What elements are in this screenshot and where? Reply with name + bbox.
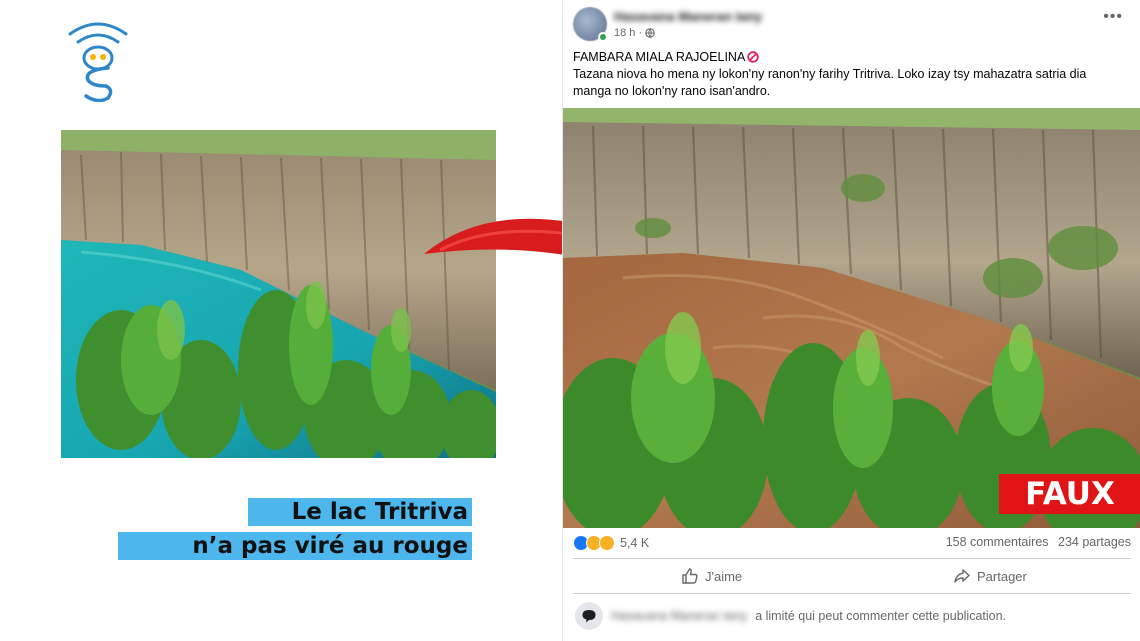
facebook-post: Hasavana Maneran tany 18 h · ••• FAMBARA… [562, 0, 1140, 641]
more-options-button[interactable]: ••• [1103, 8, 1123, 26]
headline-line-2: n’a pas viré au rouge [118, 532, 472, 560]
restriction-text: a limité qui peut commenter cette public… [755, 609, 1007, 623]
signal-owl-s-logo-icon [68, 22, 128, 103]
post-meta: 18 h · [614, 27, 655, 39]
globe-icon [645, 28, 655, 38]
reaction-count[interactable]: 5,4 K [620, 536, 649, 550]
share-button[interactable]: Partager [953, 560, 1027, 592]
headline-line-1: Le lac Tritriva [248, 498, 472, 526]
like-button[interactable]: J'aime [681, 560, 742, 592]
post-text: FAMBARA MIALA RAJOELINA Tazana niova ho … [573, 49, 1113, 100]
faux-stamp: FAUX [999, 474, 1140, 514]
lake-turquoise-photo [61, 130, 496, 458]
reactions[interactable]: 5,4 K [573, 535, 649, 551]
like-label: J'aime [705, 568, 743, 584]
brand-logo [62, 16, 134, 103]
comment-bubble-icon [575, 602, 603, 630]
share-icon [954, 569, 970, 583]
post-stats: 5,4 K 158 commentaires 234 partages [573, 535, 1131, 555]
restricting-author: Hasavana Maneran tany [611, 609, 748, 623]
comments-count[interactable]: 158 commentaires [946, 535, 1049, 549]
lake-brown-photo[interactable]: FAUX [563, 108, 1140, 528]
care-reaction-icon [599, 535, 615, 551]
post-text-title: FAMBARA MIALA RAJOELINA [573, 50, 746, 64]
thumbs-up-icon [682, 568, 698, 584]
prohibited-icon [747, 51, 759, 63]
divider [573, 558, 1131, 559]
divider [573, 593, 1131, 594]
shares-count[interactable]: 234 partages [1058, 535, 1131, 549]
post-time[interactable]: 18 h · [614, 27, 642, 39]
post-text-title-line: FAMBARA MIALA RAJOELINA [573, 49, 1113, 66]
post-actions: J'aime Partager [573, 560, 1131, 592]
share-label: Partager [977, 568, 1027, 584]
post-author[interactable]: Hasavana Maneran tany [614, 9, 762, 24]
online-status-dot [598, 32, 608, 42]
stats-right: 158 commentaires 234 partages [940, 535, 1131, 549]
post-text-body: Tazana niova ho mena ny lokon'ny ranon'n… [573, 67, 1087, 98]
comment-restriction-notice: Hasavana Maneran tany a limité qui peut … [575, 600, 1131, 632]
post-header: Hasavana Maneran tany 18 h · ••• [563, 0, 1140, 46]
